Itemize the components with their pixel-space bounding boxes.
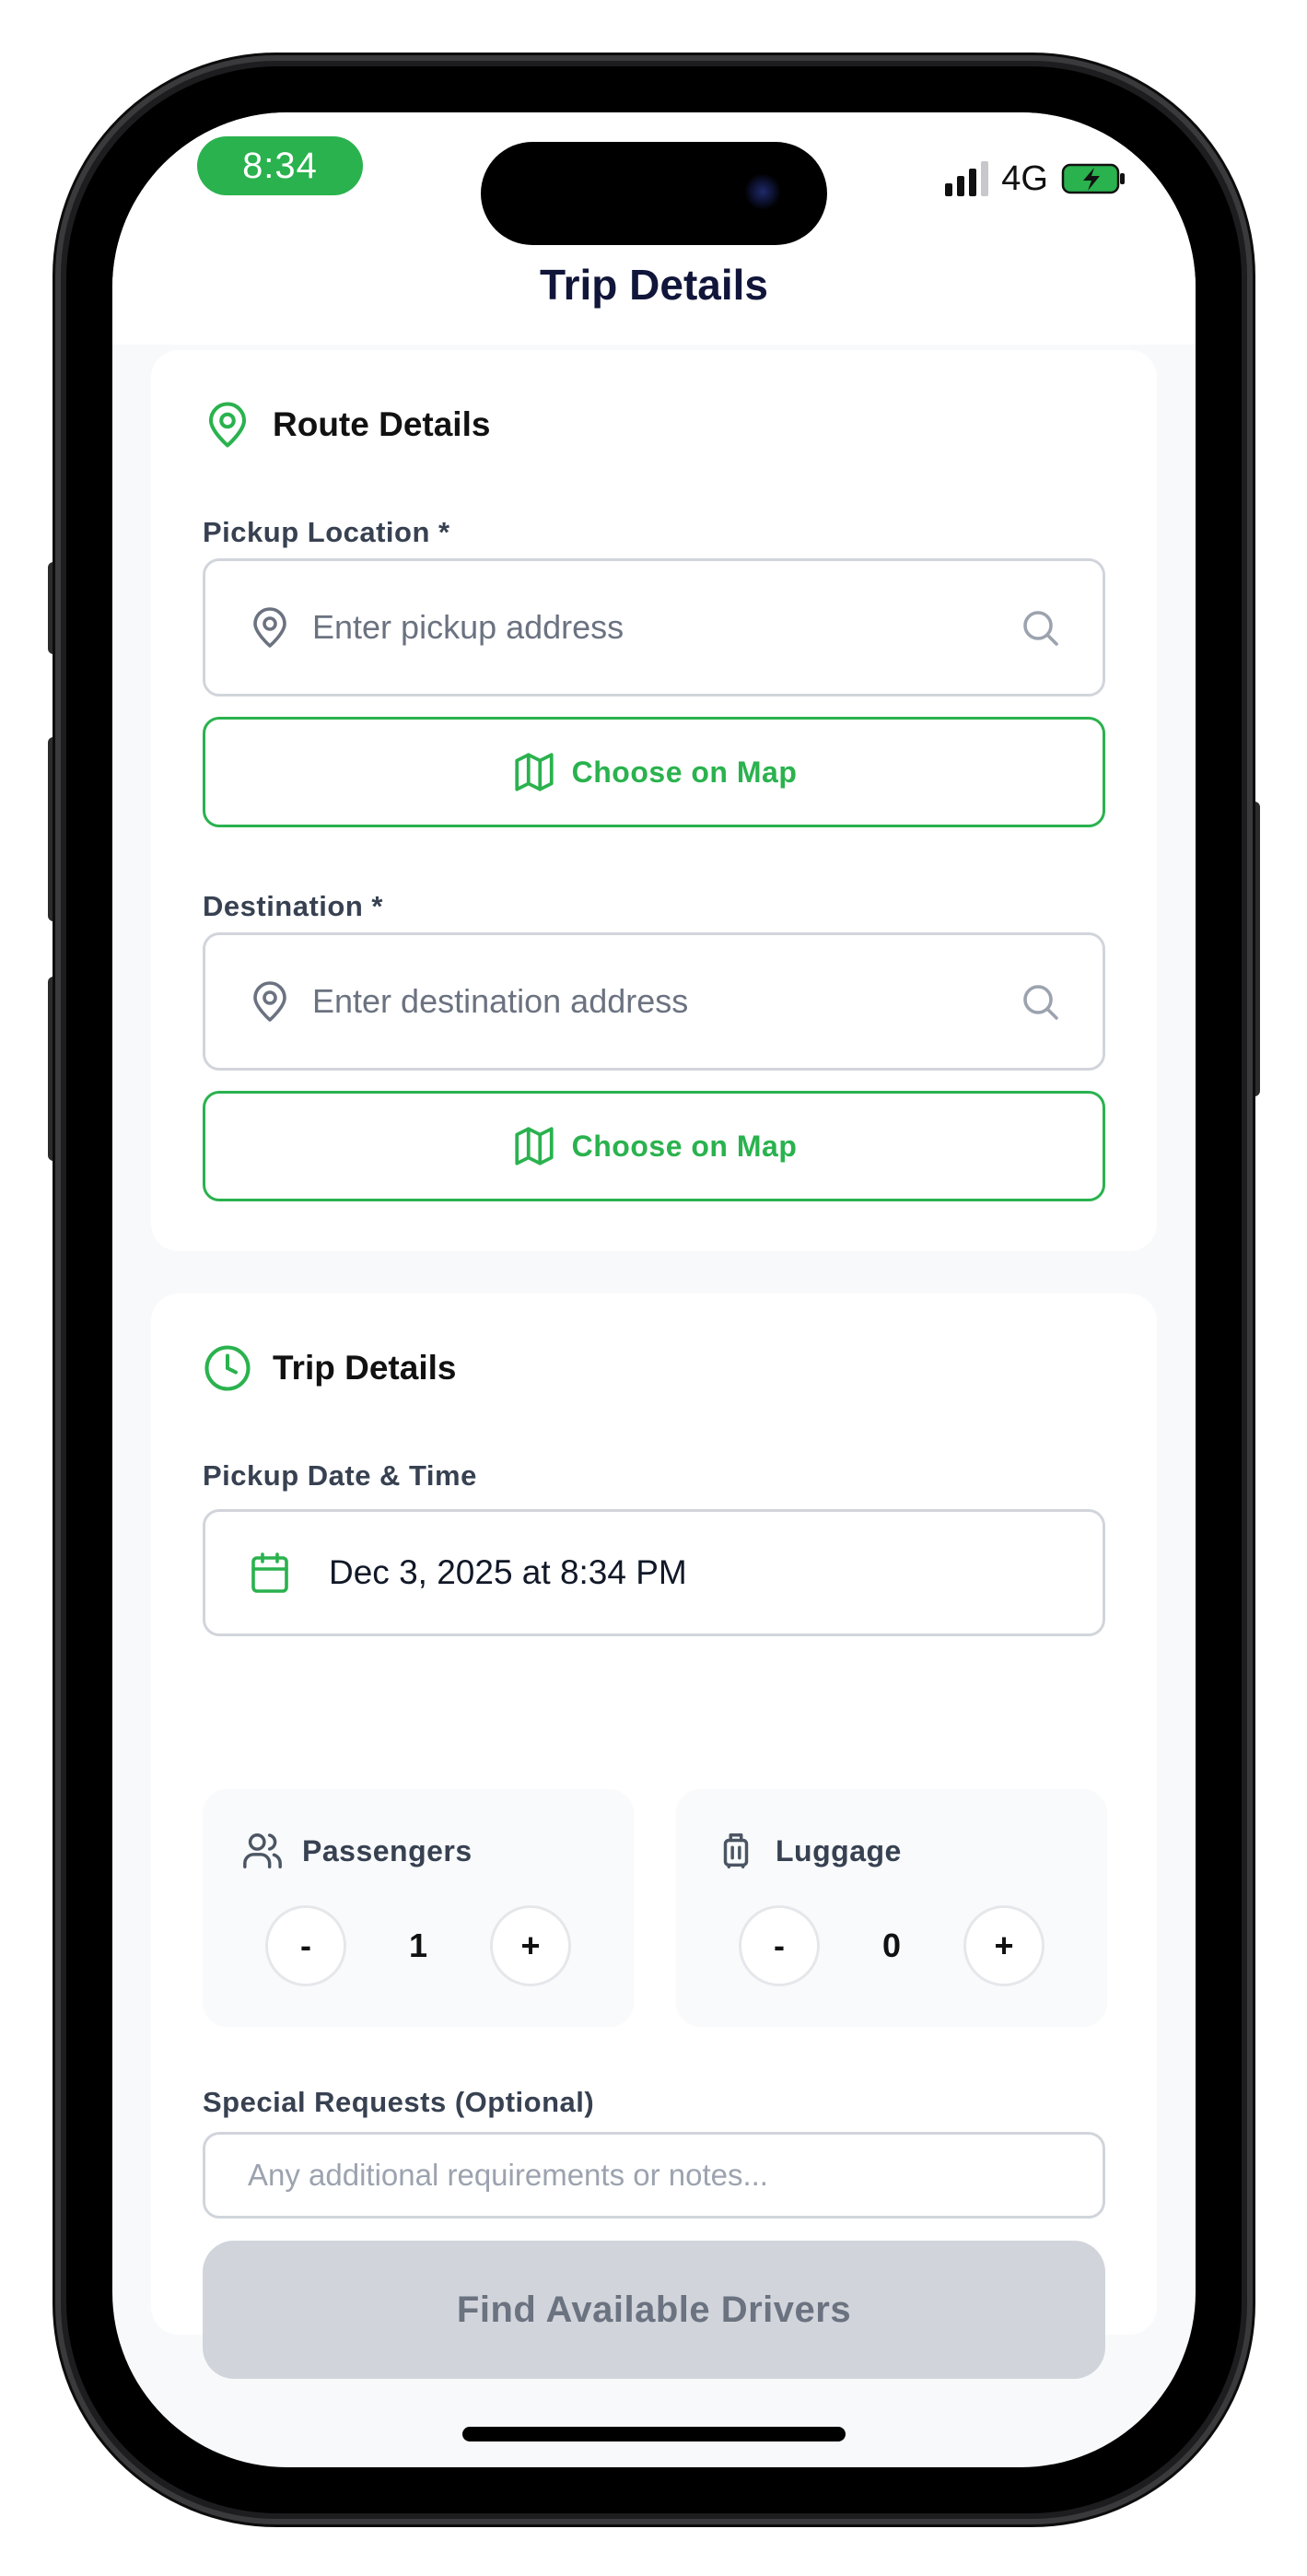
pickup-address-input[interactable]: Enter pickup address <box>203 558 1105 697</box>
map-pin-icon <box>208 402 247 448</box>
route-details-card: Route Details Pickup Location * Enter pi… <box>151 350 1157 1251</box>
map-icon <box>515 1127 554 1165</box>
special-requests-input[interactable]: Any additional requirements or notes... <box>203 2132 1105 2219</box>
passengers-increment-button[interactable]: + <box>490 1905 571 1986</box>
luggage-decrement-button[interactable]: - <box>739 1905 820 1986</box>
passengers-label: Passengers <box>302 1833 473 1868</box>
header-area: 8:34 4G Trip Details <box>112 112 1196 345</box>
route-details-title: Route Details <box>273 405 491 443</box>
special-requests-label: Special Requests (Optional) <box>203 2086 595 2118</box>
luggage-counter: Luggage - 0 + <box>676 1789 1107 2027</box>
home-indicator <box>462 2427 846 2441</box>
pickup-datetime-value: Dec 3, 2025 at 8:34 PM <box>329 1553 687 1591</box>
search-icon[interactable] <box>1018 979 1062 1024</box>
special-requests-placeholder: Any additional requirements or notes... <box>248 2158 768 2192</box>
users-icon <box>243 1833 282 1868</box>
passengers-counter: Passengers - 1 + <box>203 1789 634 2027</box>
destination-address-placeholder: Enter destination address <box>312 982 689 1020</box>
app-screen: 8:34 4G Trip Details Route Details Picku… <box>112 112 1196 2467</box>
battery-charging-icon <box>1061 163 1125 194</box>
destination-address-input[interactable]: Enter destination address <box>203 932 1105 1071</box>
status-time: 8:34 <box>197 136 363 195</box>
destination-label: Destination * <box>203 890 383 922</box>
page-title: Trip Details <box>540 261 768 309</box>
pickup-location-label: Pickup Location * <box>203 516 450 548</box>
map-icon <box>515 753 554 791</box>
destination-choose-on-map-button[interactable]: Choose on Map <box>203 1091 1105 1201</box>
passengers-count: 1 <box>408 1926 428 1964</box>
passengers-decrement-button[interactable]: - <box>265 1905 346 1986</box>
pickup-choose-on-map-button[interactable]: Choose on Map <box>203 717 1105 827</box>
trip-details-header: Trip Details <box>203 1343 456 1393</box>
luggage-increment-button[interactable]: + <box>963 1905 1044 1986</box>
destination-choose-on-map-label: Choose on Map <box>571 1129 798 1163</box>
find-available-drivers-button[interactable]: Find Available Drivers <box>203 2241 1105 2379</box>
clock-icon <box>204 1345 251 1391</box>
calendar-icon <box>251 1552 288 1593</box>
luggage-header: Luggage <box>715 1830 902 1872</box>
luggage-icon <box>723 1833 749 1868</box>
pickup-datetime-label: Pickup Date & Time <box>203 1459 477 1492</box>
cellular-signal-icon <box>945 161 989 196</box>
location-pin-icon <box>253 607 286 648</box>
passengers-header: Passengers <box>241 1830 473 1872</box>
front-camera <box>744 173 781 210</box>
status-indicators: 4G <box>945 151 1127 206</box>
pickup-choose-on-map-label: Choose on Map <box>571 755 798 789</box>
search-icon[interactable] <box>1018 605 1062 650</box>
luggage-count: 0 <box>881 1926 902 1964</box>
network-type: 4G <box>1001 158 1048 198</box>
location-pin-icon <box>253 981 286 1022</box>
trip-details-title: Trip Details <box>273 1349 457 1387</box>
pickup-address-placeholder: Enter pickup address <box>312 608 624 646</box>
pickup-datetime-picker[interactable]: Dec 3, 2025 at 8:34 PM <box>203 1509 1105 1636</box>
route-details-header: Route Details <box>203 400 490 450</box>
luggage-label: Luggage <box>776 1833 902 1868</box>
